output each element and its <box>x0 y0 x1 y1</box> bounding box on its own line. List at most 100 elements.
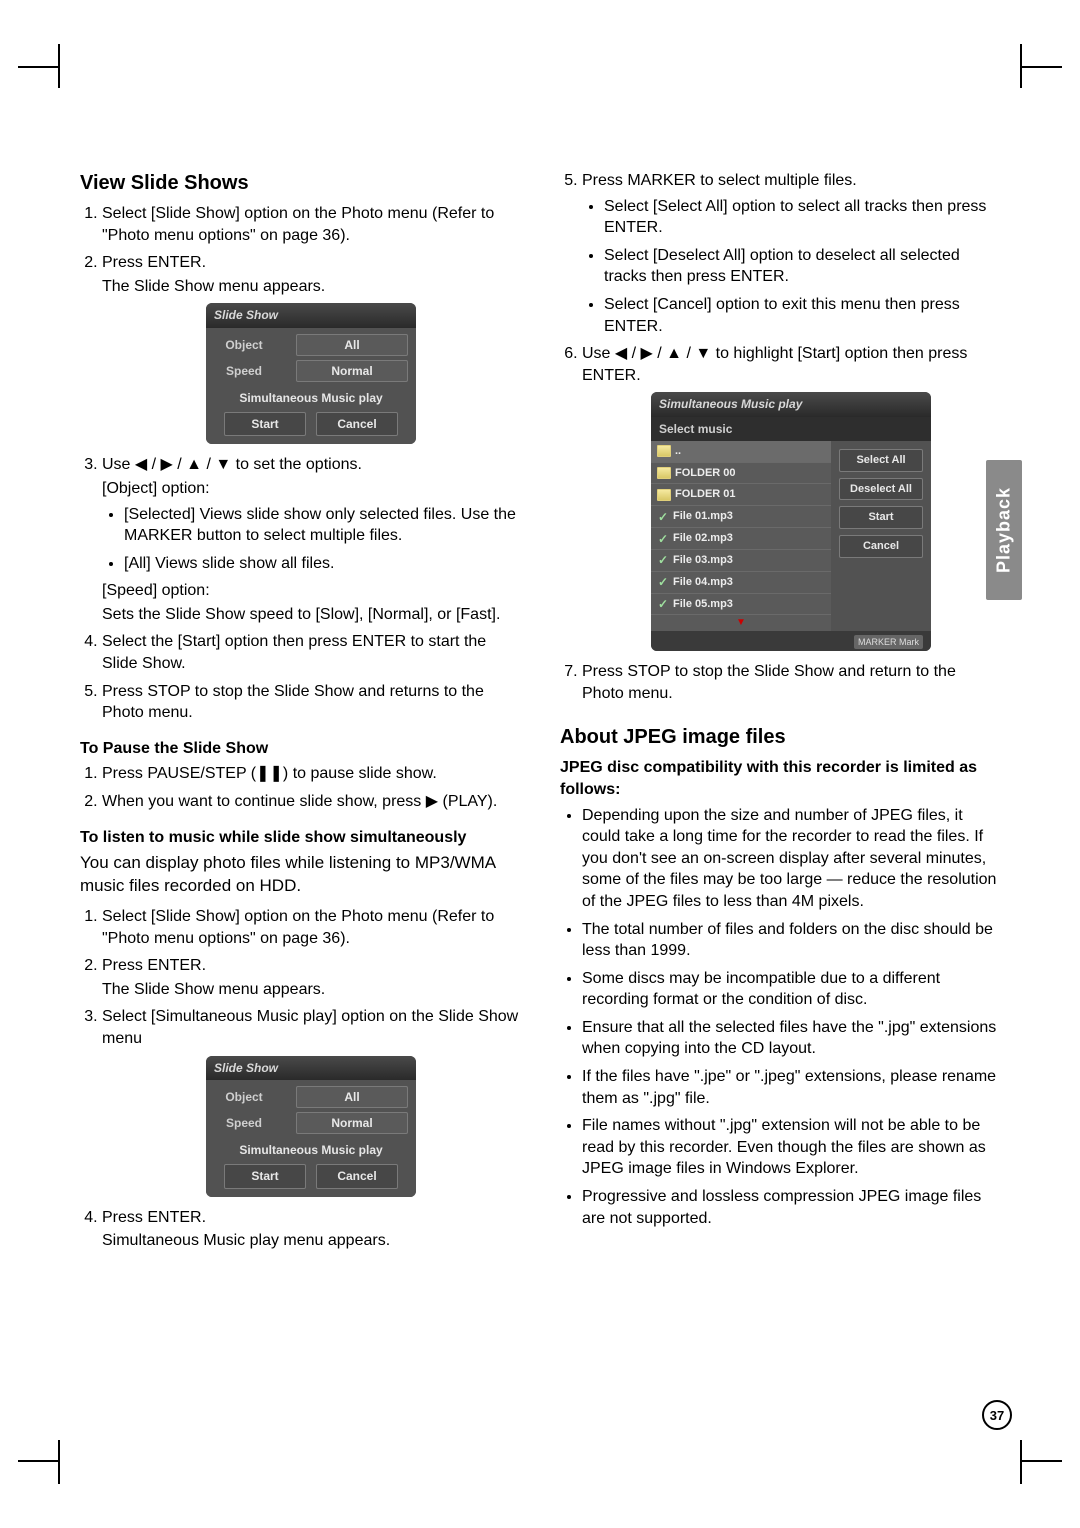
step-text: Press ENTER. <box>102 1209 206 1226</box>
object-option-bullets: [Selected] Views slide show only selecte… <box>102 504 520 575</box>
item-label: File 02.mp3 <box>673 531 733 546</box>
folder-icon <box>657 445 671 457</box>
marker-bullets: Select [Select All] option to select all… <box>582 196 1000 338</box>
crop-mark <box>1022 1460 1062 1462</box>
list-item: Depending upon the size and number of JP… <box>582 805 1000 913</box>
list-item: Press ENTER. Simultaneous Music play men… <box>102 1207 520 1252</box>
steps-slide-show: Select [Slide Show] option on the Photo … <box>80 203 520 724</box>
dialog-title: Simultaneous Music play <box>651 392 931 416</box>
heading-view-slide-shows: View Slide Shows <box>80 170 520 197</box>
step-text: Press ENTER. <box>102 957 206 974</box>
list-item: Use ◀ / ▶ / ▲ / ▼ to highlight [Start] o… <box>582 343 1000 651</box>
step-subtext: The Slide Show menu appears. <box>102 979 520 1001</box>
section-tab-playback: Playback <box>986 460 1022 600</box>
dialog-value-speed: Normal <box>296 1112 408 1134</box>
crop-mark <box>58 1440 60 1484</box>
list-item: Progressive and lossless compression JPE… <box>582 1186 1000 1229</box>
page-number: 37 <box>982 1400 1012 1430</box>
step-text: Select [Simultaneous Music play] option … <box>102 1008 518 1047</box>
steps-music: Select [Slide Show] option on the Photo … <box>80 906 520 1252</box>
step-text: Use ◀ / ▶ / ▲ / ▼ to set the options. <box>102 456 362 473</box>
list-item-back: .. <box>651 441 831 463</box>
list-item: Use ◀ / ▶ / ▲ / ▼ to set the options. [O… <box>102 454 520 625</box>
folder-icon <box>657 489 671 501</box>
scroll-down-icon: ▼ <box>651 615 831 631</box>
crop-mark <box>1020 1440 1022 1484</box>
dialog-cancel-button: Cancel <box>316 1164 398 1188</box>
list-item: [All] Views slide show all files. <box>124 553 520 575</box>
cancel-button: Cancel <box>839 535 923 558</box>
list-item: Press MARKER to select multiple files. S… <box>582 170 1000 337</box>
list-item: Press ENTER. The Slide Show menu appears… <box>102 252 520 444</box>
step-subtext: The Slide Show menu appears. <box>102 276 520 298</box>
crop-mark <box>1020 44 1022 88</box>
select-all-button: Select All <box>839 449 923 472</box>
dialog-value-object: All <box>296 334 408 356</box>
list-item: File names without ".jpg" extension will… <box>582 1115 1000 1180</box>
list-item-file: ✓ File 02.mp3 <box>651 528 831 550</box>
check-icon: ✓ <box>657 512 669 522</box>
step-subtext: [Object] option: <box>102 478 520 500</box>
jpeg-compat-bullets: Depending upon the size and number of JP… <box>560 805 1000 1230</box>
dialog-value-speed: Normal <box>296 360 408 382</box>
step-subtext: [Speed] option: <box>102 580 520 602</box>
check-icon: ✓ <box>657 577 669 587</box>
step-text: Select [Slide Show] option on the Photo … <box>102 205 494 244</box>
steps-pause: Press PAUSE/STEP (❚❚) to pause slide sho… <box>80 763 520 812</box>
left-column: View Slide Shows Select [Slide Show] opt… <box>80 170 520 1262</box>
crop-mark <box>1022 66 1062 68</box>
dialog-label-object: Object <box>214 1089 274 1105</box>
marker-hint: MARKER Mark <box>854 635 923 649</box>
heading-music-while-slide: To listen to music while slide show simu… <box>80 827 520 849</box>
list-item-folder: FOLDER 00 <box>651 463 831 485</box>
step-subtext: Simultaneous Music play menu appears. <box>102 1230 520 1252</box>
step-text: Use ◀ / ▶ / ▲ / ▼ to highlight [Start] o… <box>582 345 967 384</box>
list-item-file: ✓ File 03.mp3 <box>651 550 831 572</box>
document-page: Playback 37 View Slide Shows Select [Sli… <box>0 0 1080 1528</box>
item-label: FOLDER 00 <box>675 466 736 481</box>
list-item: Select [Select All] option to select all… <box>604 196 1000 239</box>
list-item-folder: FOLDER 01 <box>651 484 831 506</box>
slide-show-dialog: Slide Show Object All Speed Normal Simul… <box>206 1056 416 1197</box>
list-item: Select [Cancel] option to exit this menu… <box>604 294 1000 337</box>
list-item-file: ✓ File 01.mp3 <box>651 506 831 528</box>
dialog-cancel-button: Cancel <box>316 412 398 436</box>
dialog-sim-music-label: Simultaneous Music play <box>214 386 408 412</box>
list-item: [Selected] Views slide show only selecte… <box>124 504 520 547</box>
dialog-start-button: Start <box>224 412 306 436</box>
list-item: Press ENTER. The Slide Show menu appears… <box>102 955 520 1000</box>
dialog-start-button: Start <box>224 1164 306 1188</box>
dialog-label-object: Object <box>214 337 274 353</box>
crop-mark <box>58 44 60 88</box>
list-item: Select [Simultaneous Music play] option … <box>102 1006 520 1196</box>
list-item: Select [Slide Show] option on the Photo … <box>102 906 520 949</box>
music-side-buttons: Select All Deselect All Start Cancel <box>831 441 931 631</box>
list-item: Some discs may be incompatible due to a … <box>582 968 1000 1011</box>
dialog-title: Slide Show <box>206 1056 416 1080</box>
dialog-label-speed: Speed <box>214 1115 274 1131</box>
dialog-value-object: All <box>296 1086 408 1108</box>
dialog-label-speed: Speed <box>214 363 274 379</box>
list-item: Press STOP to stop the Slide Show and re… <box>102 681 520 724</box>
dialog-sim-music-label: Simultaneous Music play <box>214 1138 408 1164</box>
step-text: Press MARKER to select multiple files. <box>582 172 857 189</box>
steps-music-continued: Press MARKER to select multiple files. S… <box>560 170 1000 704</box>
item-label: File 01.mp3 <box>673 509 733 524</box>
list-item: Select [Deselect All] option to deselect… <box>604 245 1000 288</box>
slide-show-dialog: Slide Show Object All Speed Normal Simul… <box>206 303 416 444</box>
check-icon: ✓ <box>657 534 669 544</box>
list-item: If the files have ".jpe" or ".jpeg" exte… <box>582 1066 1000 1109</box>
dialog-subtitle: Select music <box>651 417 931 441</box>
list-item: Ensure that all the selected files have … <box>582 1017 1000 1060</box>
crop-mark <box>18 1460 58 1462</box>
deselect-all-button: Deselect All <box>839 478 923 501</box>
heading-about-jpeg: About JPEG image files <box>560 724 1000 751</box>
dialog-title: Slide Show <box>206 303 416 327</box>
music-file-list: .. FOLDER 00 FOLDER 01 <box>651 441 831 631</box>
subheading-jpeg-compat: JPEG disc compatibility with this record… <box>560 757 1000 800</box>
start-button: Start <box>839 506 923 529</box>
list-item: When you want to continue slide show, pr… <box>102 791 520 813</box>
right-column: Press MARKER to select multiple files. S… <box>560 170 1000 1262</box>
step-subtext: Sets the Slide Show speed to [Slow], [No… <box>102 604 520 626</box>
item-label: File 05.mp3 <box>673 597 733 612</box>
